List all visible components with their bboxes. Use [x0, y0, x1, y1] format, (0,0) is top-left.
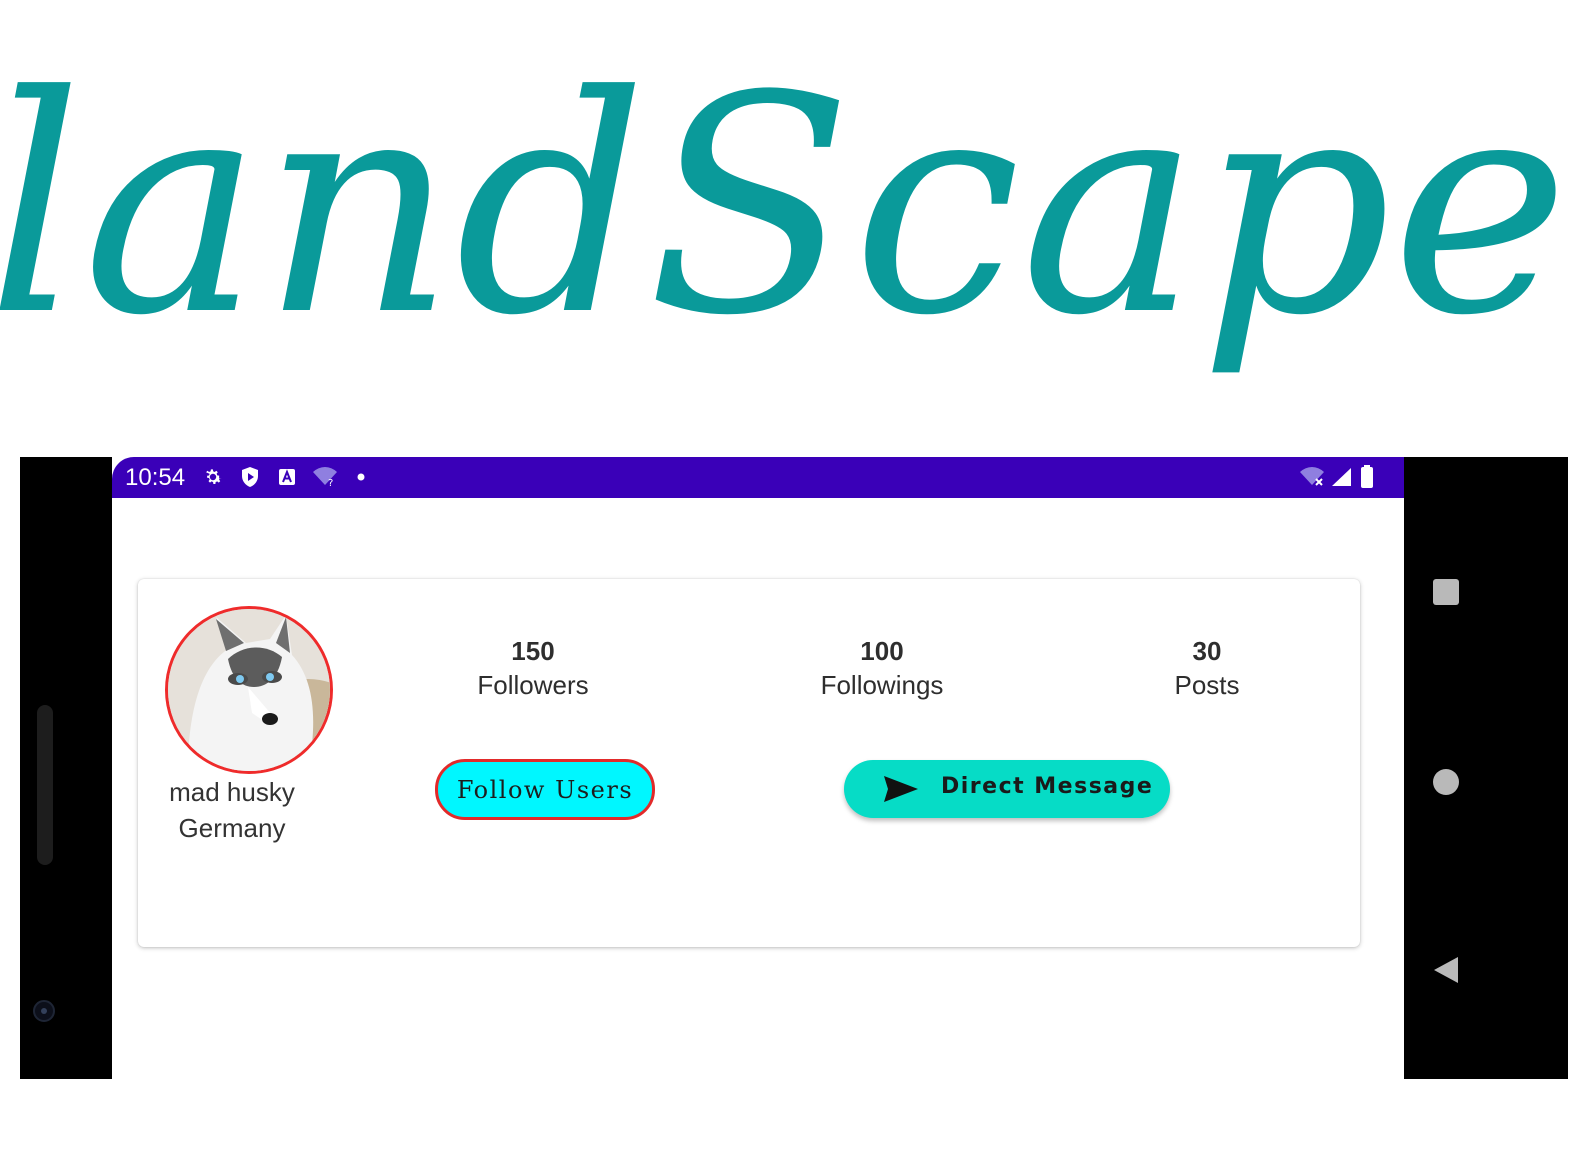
shield-icon — [240, 466, 260, 488]
wifi-question-icon: ? — [312, 466, 338, 488]
side-rail — [37, 705, 53, 865]
navigation-bar — [1404, 457, 1568, 1079]
stat-label: Followers — [477, 670, 589, 700]
profile-card: mad husky Germany 150 Followers 100 Foll… — [138, 579, 1360, 947]
direct-message-label: Direct Message — [941, 774, 1154, 799]
send-icon — [882, 774, 920, 804]
circle-icon — [1432, 768, 1460, 800]
home-button[interactable] — [1431, 769, 1461, 799]
a-badge-icon — [278, 466, 296, 488]
triangle-back-icon — [1432, 955, 1460, 989]
svg-text:?: ? — [328, 478, 333, 487]
wifi-off-icon — [1298, 466, 1326, 488]
stat-label: Followings — [820, 670, 944, 700]
stage: landScape 10:54 ? mad husky Germany 150 … — [0, 0, 1587, 1159]
recents-button[interactable] — [1431, 579, 1461, 609]
hero-title: landScape — [0, 20, 1587, 420]
back-button[interactable] — [1431, 957, 1461, 987]
avatar[interactable] — [165, 606, 333, 774]
square-icon — [1432, 578, 1460, 610]
husky-avatar-icon — [168, 609, 330, 771]
status-bar: 10:54 ? — [112, 457, 1404, 498]
dot-icon — [357, 466, 365, 488]
battery-icon — [1360, 465, 1374, 488]
user-location: Germany — [178, 813, 286, 843]
direct-message-button[interactable]: Direct Message — [844, 760, 1170, 818]
stat-value: 100 — [860, 636, 904, 666]
user-name: mad husky — [169, 777, 295, 807]
app-screen: 10:54 ? mad husky Germany 150 Followers … — [112, 457, 1404, 1079]
stat-followers[interactable]: 150 Followers — [423, 635, 643, 703]
camera-icon — [33, 1000, 55, 1022]
stat-label: Posts — [1174, 670, 1240, 700]
stat-value: 150 — [511, 636, 555, 666]
follow-users-button[interactable]: Follow Users — [435, 759, 655, 820]
status-time: 10:54 — [125, 464, 186, 491]
signal-icon — [1330, 466, 1352, 488]
stat-followings[interactable]: 100 Followings — [772, 635, 992, 703]
device-frame: 10:54 ? mad husky Germany 150 Followers … — [20, 457, 1568, 1079]
hero-title-text: landScape — [0, 32, 1569, 381]
stat-posts[interactable]: 30 Posts — [1097, 635, 1317, 703]
gear-icon — [202, 466, 224, 488]
stat-value: 30 — [1192, 636, 1222, 666]
